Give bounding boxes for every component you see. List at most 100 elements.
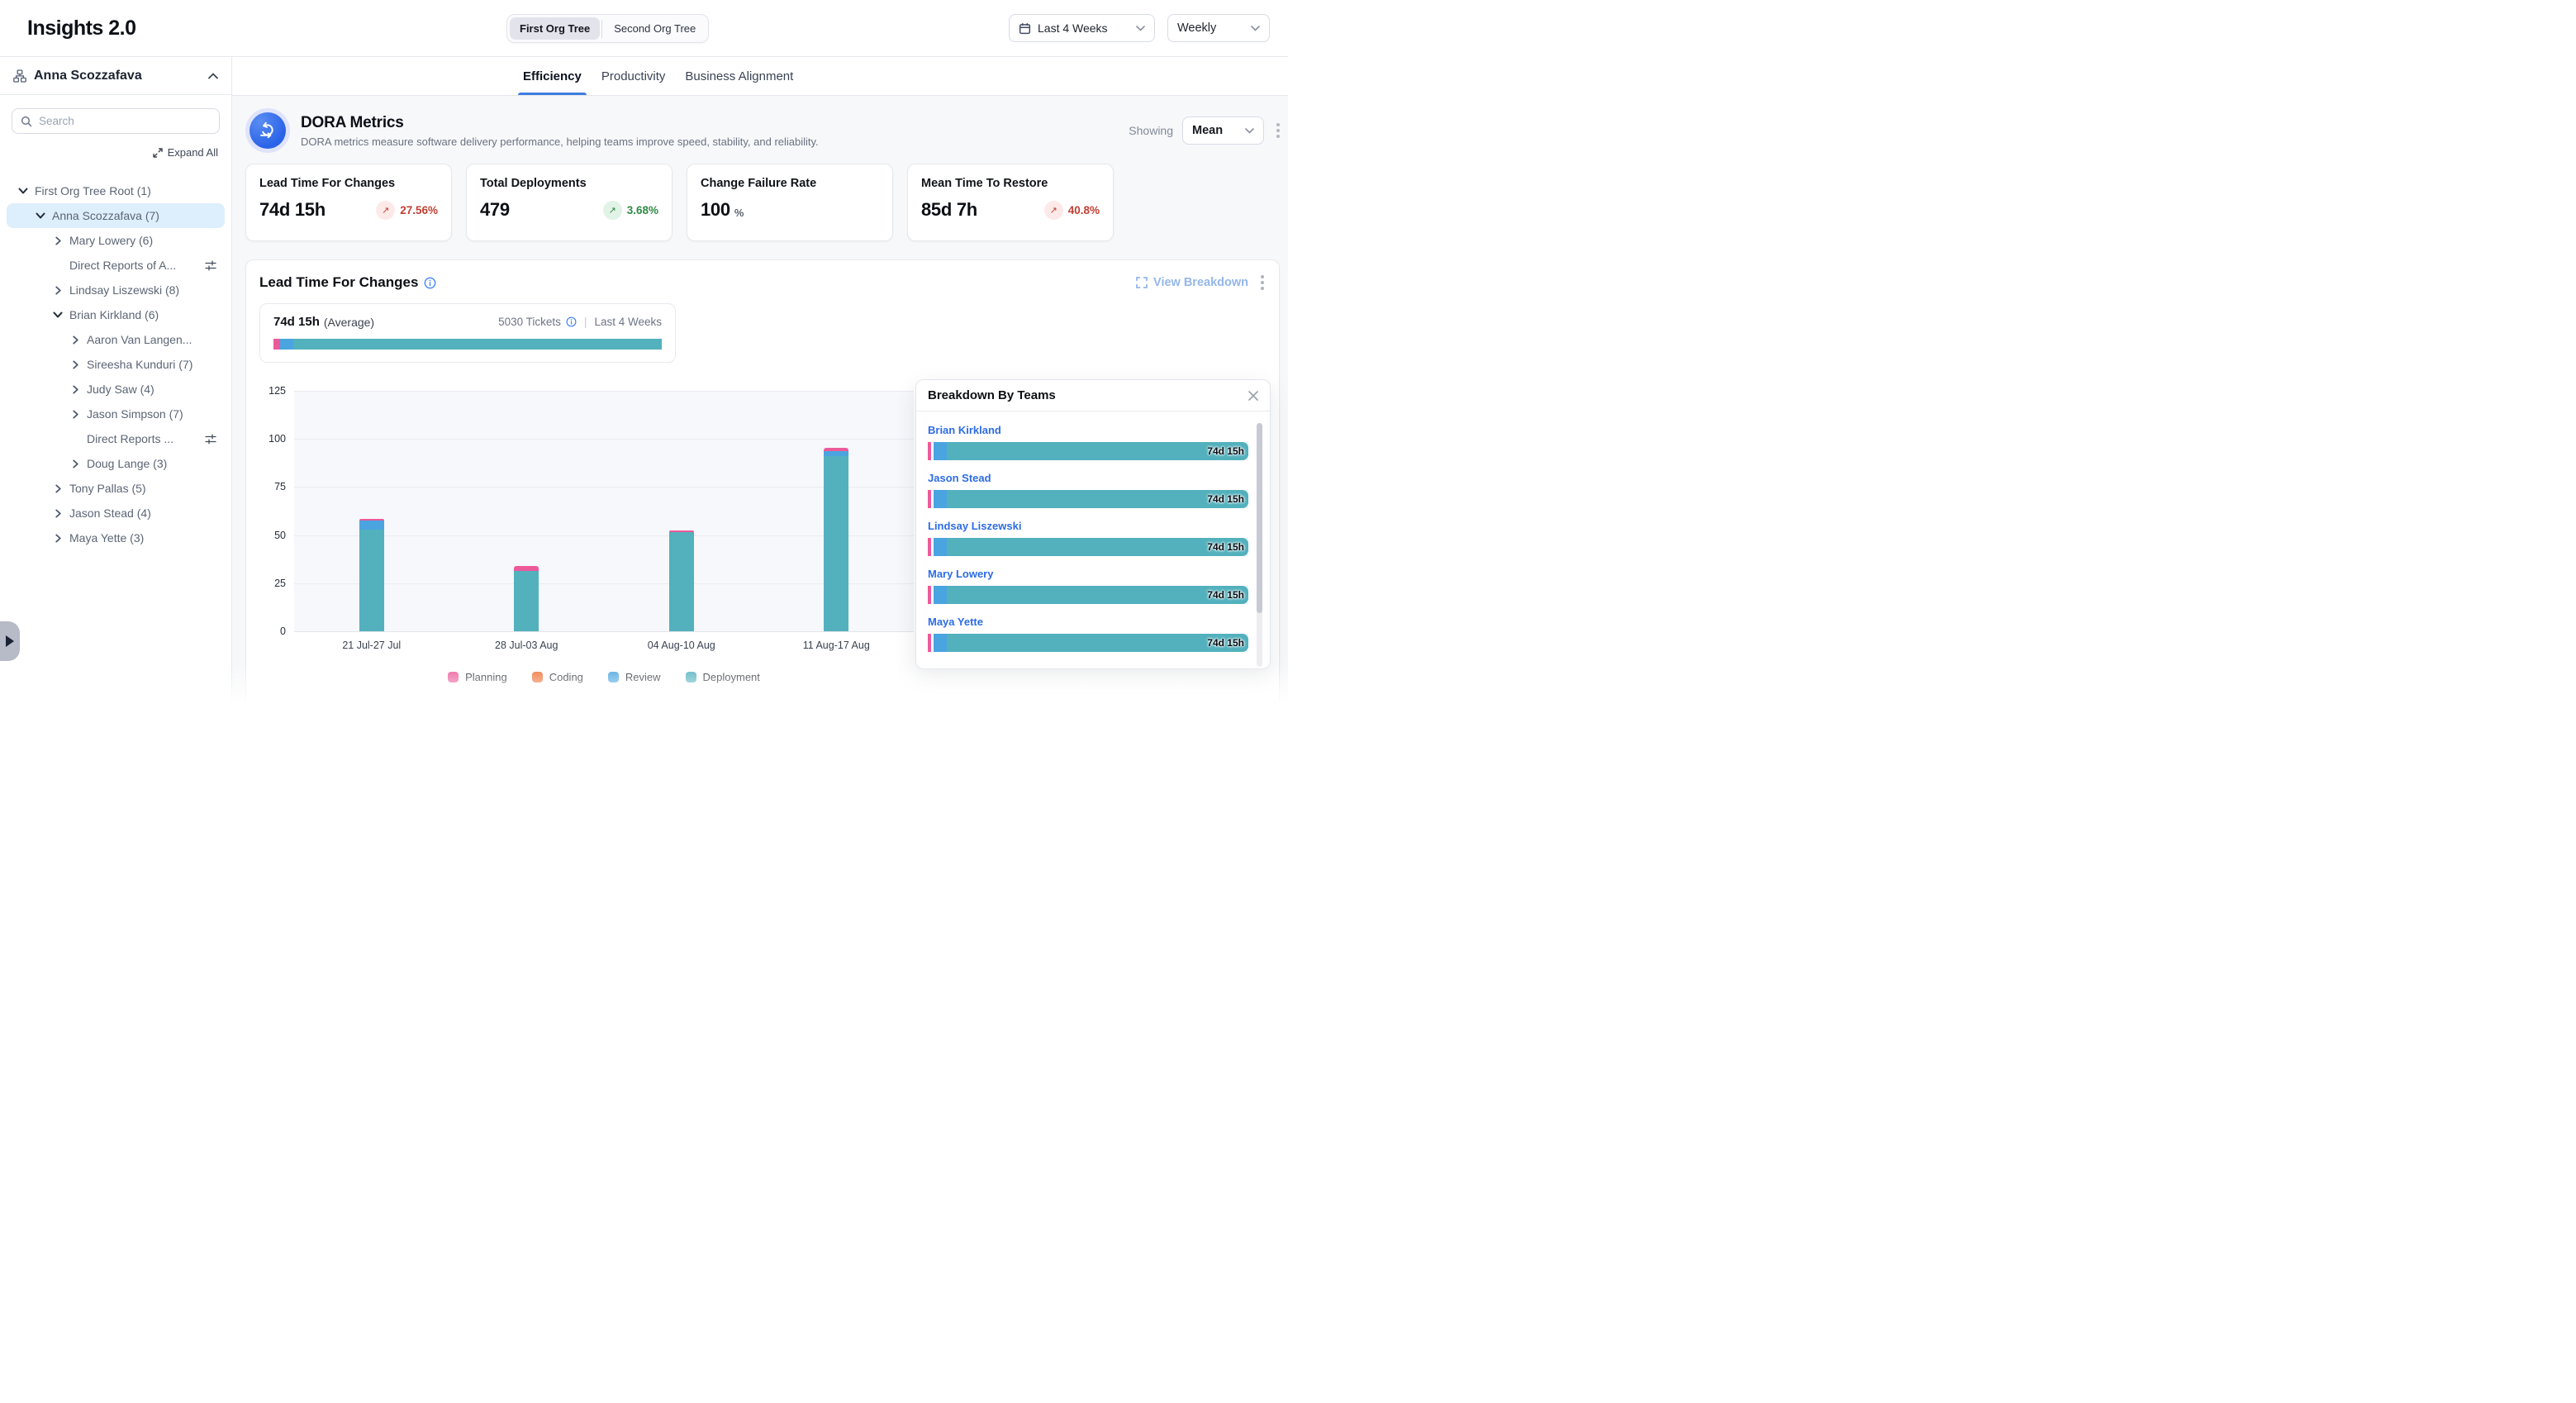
tree-item-brian-kirkland-6[interactable]: Brian Kirkland (6) xyxy=(7,302,225,327)
chevron-right-icon[interactable] xyxy=(70,360,80,369)
team-name-link[interactable]: Jason Stead xyxy=(928,472,1248,484)
team-name-link[interactable]: Brian Kirkland xyxy=(928,424,1248,436)
deployment-segment xyxy=(947,586,1248,604)
chevron-down-icon xyxy=(1251,26,1260,31)
tree-item-direct-reports[interactable]: Direct Reports ... xyxy=(7,426,225,451)
deployment-segment xyxy=(947,634,1248,652)
team-lead-time-bar[interactable]: 74d 15h xyxy=(928,490,1248,508)
tab-efficiency[interactable]: Efficiency xyxy=(523,57,582,95)
tab-business-alignment[interactable]: Business Alignment xyxy=(685,57,793,95)
team-name-link[interactable]: Maya Yette xyxy=(928,616,1248,628)
filter-sliders-icon[interactable] xyxy=(205,434,216,445)
x-label: 04 Aug-10 Aug xyxy=(604,640,759,651)
view-breakdown-button[interactable]: View Breakdown xyxy=(1136,276,1248,289)
tree-item-aaron-van-langen[interactable]: Aaron Van Langen... xyxy=(7,327,225,352)
tree-item-direct-reports-of-a[interactable]: Direct Reports of A... xyxy=(7,253,225,278)
chevron-right-icon[interactable] xyxy=(70,335,80,345)
chevron-right-icon[interactable] xyxy=(53,534,63,543)
close-icon[interactable] xyxy=(1248,390,1259,402)
tree-item-doug-lange-3[interactable]: Doug Lange (3) xyxy=(7,451,225,476)
chevron-right-icon[interactable] xyxy=(70,459,80,468)
chevron-right-icon[interactable] xyxy=(53,236,63,245)
chevron-down-icon[interactable] xyxy=(53,310,63,320)
chevron-right-icon[interactable] xyxy=(53,286,63,295)
info-icon[interactable] xyxy=(424,277,436,289)
average-label: (Average) xyxy=(324,316,374,329)
legend-item-planning[interactable]: Planning xyxy=(448,671,507,683)
team-lead-time-bar[interactable]: 74d 15h xyxy=(928,634,1248,652)
tree-item-judy-saw-4[interactable]: Judy Saw (4) xyxy=(7,377,225,402)
legend-label: Review xyxy=(625,671,661,683)
deployment-segment xyxy=(514,571,539,631)
breakdown-row-jason-stead: Jason Stead 74d 15h xyxy=(928,472,1248,508)
metric-card-title: Total Deployments xyxy=(480,177,658,190)
y-tick-75: 75 xyxy=(274,481,286,492)
metric-card-total-deployments: Total Deployments479↗3.68% xyxy=(466,164,673,241)
review-segment xyxy=(934,538,947,556)
metric-change-value: 40.8% xyxy=(1068,204,1100,216)
chevron-right-icon[interactable] xyxy=(53,509,63,518)
sidebar-search[interactable] xyxy=(12,108,220,134)
fullscreen-corners-icon xyxy=(1136,277,1148,288)
chevron-up-icon[interactable] xyxy=(208,73,218,79)
showing-label: Showing xyxy=(1129,124,1173,137)
toggle-first-org-tree[interactable]: First Org Tree xyxy=(510,17,600,40)
review-segment xyxy=(359,521,384,529)
tree-item-mary-lowery-6[interactable]: Mary Lowery (6) xyxy=(7,228,225,253)
lead-time-title-text: Lead Time For Changes xyxy=(259,274,418,291)
scrollbar-thumb[interactable] xyxy=(1257,423,1262,613)
expand-all-button[interactable]: Expand All xyxy=(13,146,218,159)
info-icon[interactable] xyxy=(566,316,577,327)
chevron-down-icon[interactable] xyxy=(36,211,45,221)
kebab-menu-icon[interactable] xyxy=(1261,275,1264,290)
average-summary-row: 74d 15h (Average) 5030 Tickets | Last 4 … xyxy=(273,315,662,329)
team-lead-time-bar[interactable]: 74d 15h xyxy=(928,442,1248,460)
average-meta: 5030 Tickets | Last 4 Weeks xyxy=(498,316,662,328)
tree-item-maya-yette-3[interactable]: Maya Yette (3) xyxy=(7,526,225,550)
tree-item-tony-pallas-5[interactable]: Tony Pallas (5) xyxy=(7,476,225,501)
aggregation-value: Mean xyxy=(1192,124,1223,137)
sidebar-expand-handle[interactable] xyxy=(0,621,20,661)
metric-value: 479 xyxy=(480,199,510,221)
bar-28-jul-03-aug[interactable] xyxy=(514,566,539,631)
kebab-menu-icon[interactable] xyxy=(1276,123,1280,138)
tree-item-label: Tony Pallas (5) xyxy=(69,482,146,495)
aggregation-dropdown[interactable]: Mean xyxy=(1182,117,1264,145)
chevron-right-icon[interactable] xyxy=(70,410,80,419)
tab-bar: Efficiency Productivity Business Alignment xyxy=(232,57,1288,96)
bar-11-aug-17-aug[interactable] xyxy=(824,448,848,631)
chevron-right-icon[interactable] xyxy=(70,385,80,394)
team-lead-time-bar[interactable]: 74d 15h xyxy=(928,586,1248,604)
granularity-dropdown[interactable]: Weekly xyxy=(1167,14,1270,42)
team-name-link[interactable]: Mary Lowery xyxy=(928,568,1248,580)
legend-item-review[interactable]: Review xyxy=(608,671,661,683)
bar-21-jul-27-jul[interactable] xyxy=(359,519,384,631)
search-input[interactable] xyxy=(39,115,211,127)
legend-item-deployment[interactable]: Deployment xyxy=(686,671,760,683)
tab-productivity[interactable]: Productivity xyxy=(601,57,666,95)
toggle-second-org-tree[interactable]: Second Org Tree xyxy=(604,17,706,40)
tree-item-jason-stead-4[interactable]: Jason Stead (4) xyxy=(7,501,225,526)
deployment-segment xyxy=(293,339,662,350)
team-name-link[interactable]: Lindsay Liszewski xyxy=(928,520,1248,532)
scrollbar-track[interactable] xyxy=(1257,423,1262,667)
tree-item-lindsay-liszewski-8[interactable]: Lindsay Liszewski (8) xyxy=(7,278,225,302)
chevron-down-icon[interactable] xyxy=(18,186,28,196)
dora-sprint-icon xyxy=(250,112,286,149)
lead-time-section: Lead Time For Changes xyxy=(245,259,1280,702)
tree-item-first-org-tree-root-1[interactable]: First Org Tree Root (1) xyxy=(7,178,225,203)
breakdown-title: Breakdown By Teams xyxy=(928,388,1056,402)
filter-sliders-icon[interactable] xyxy=(205,260,216,271)
bar-04-aug-10-aug[interactable] xyxy=(669,530,694,631)
tree-item-label: Brian Kirkland (6) xyxy=(69,308,159,321)
legend-item-coding[interactable]: Coding xyxy=(532,671,583,683)
chevron-right-icon[interactable] xyxy=(53,484,63,493)
tree-item-jason-simpson-7[interactable]: Jason Simpson (7) xyxy=(7,402,225,426)
gridline-100 xyxy=(294,439,914,440)
team-lead-time-bar[interactable]: 74d 15h xyxy=(928,538,1248,556)
sidebar-header[interactable]: Anna Scozzafava xyxy=(0,57,231,95)
tree-item-sireesha-kunduri-7[interactable]: Sireesha Kunduri (7) xyxy=(7,352,225,377)
date-range-dropdown[interactable]: Last 4 Weeks xyxy=(1009,14,1155,42)
tree-item-anna-scozzafava-7[interactable]: Anna Scozzafava (7) xyxy=(7,203,225,228)
legend-label: Deployment xyxy=(703,671,760,683)
